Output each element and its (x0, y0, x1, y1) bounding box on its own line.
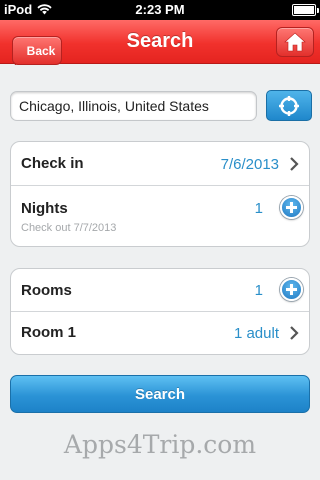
room1-row[interactable]: Room 1 1 adult (11, 312, 309, 354)
rooms-label: Rooms (21, 282, 72, 299)
room1-label: Room 1 (21, 324, 77, 341)
location-input[interactable]: Chicago, Illinois, United States (10, 91, 257, 121)
checkin-row[interactable]: Check in 7/6/2013 (11, 142, 309, 186)
rooms-row: Rooms 1 (11, 269, 309, 312)
rooms-value: 1 (254, 282, 263, 299)
nights-row: Nights 1 Check out 7/7/2013 (11, 186, 309, 246)
status-bar: iPod 2:23 PM (0, 0, 320, 20)
status-time: 2:23 PM (135, 2, 185, 17)
chevron-right-icon (290, 326, 299, 340)
battery-icon (292, 4, 319, 16)
nav-bar: Back Search (0, 20, 320, 65)
locate-button[interactable] (266, 90, 312, 121)
page-title: Search (126, 30, 194, 52)
search-button[interactable]: Search (10, 375, 310, 413)
rooms-panel: Rooms 1 Room 1 1 adult (10, 268, 310, 355)
stay-panel: Check in 7/6/2013 Nights 1 Check out 7/7… (10, 141, 310, 247)
crosshair-icon (279, 95, 299, 116)
rooms-plus-button[interactable] (280, 278, 303, 301)
home-icon (284, 32, 306, 52)
nights-plus-button[interactable] (280, 196, 303, 219)
search-button-label: Search (134, 385, 186, 403)
checkin-label: Check in (21, 155, 84, 172)
watermark: Apps4Trip.com (63, 430, 257, 459)
chevron-right-icon (290, 157, 299, 171)
room1-value: 1 adult (233, 325, 279, 342)
nights-label: Nights (21, 200, 68, 217)
checkin-value: 7/6/2013 (220, 156, 279, 173)
checkout-text: Check out 7/7/2013 (21, 222, 117, 234)
home-button[interactable] (276, 27, 314, 57)
nights-value: 1 (254, 200, 263, 217)
location-value: Chicago, Illinois, United States (19, 98, 209, 114)
